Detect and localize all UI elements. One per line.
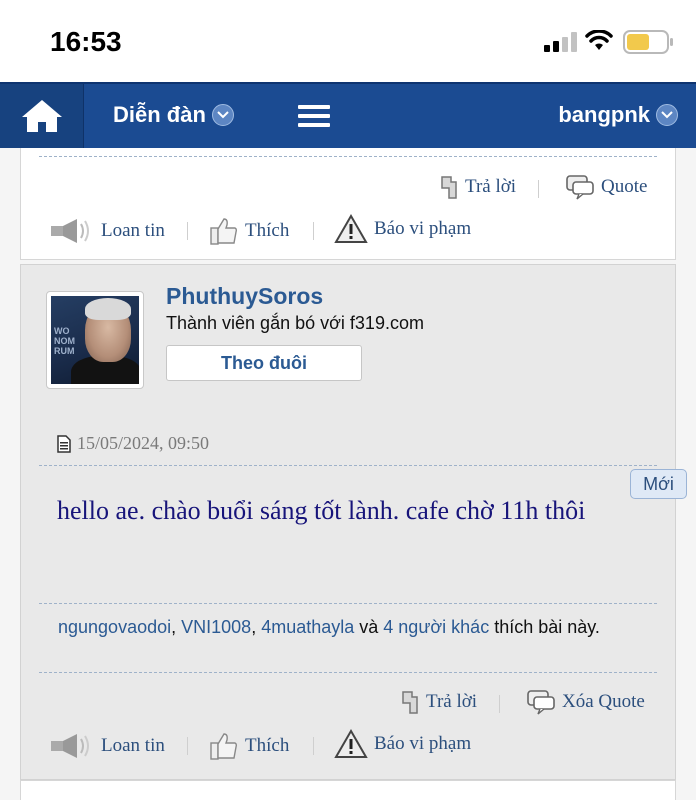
- follow-button[interactable]: Theo đuôi: [166, 345, 362, 381]
- chevron-down-icon: [656, 104, 678, 126]
- document-icon: [57, 434, 71, 453]
- megaphone-icon: [51, 734, 89, 758]
- user-menu-button[interactable]: bangpnk: [558, 102, 678, 128]
- post: WO NOM RUM PhuthuySoros Thành viên gắn bó …: [20, 264, 687, 780]
- like-button[interactable]: Thích: [209, 731, 289, 761]
- status-time: 16:53: [50, 26, 122, 57]
- chevron-down-icon: [211, 104, 234, 126]
- username-label: bangpnk: [558, 102, 650, 127]
- report-button[interactable]: Báo vi phạm: [334, 729, 471, 759]
- likes-summary: ngungovaodoi, VNI1008, 4muathayla và 4 n…: [58, 617, 600, 637]
- liker-link[interactable]: VNI1008: [181, 617, 251, 637]
- avatar-image: WO NOM RUM: [51, 296, 139, 384]
- next-post: [20, 780, 676, 800]
- thumbs-up-icon: [210, 218, 238, 245]
- cellular-signal-icon: [544, 32, 577, 52]
- thumbs-up-icon: [210, 733, 238, 760]
- megaphone-icon: [51, 219, 89, 243]
- liker-link[interactable]: ngungovaodoi: [58, 617, 171, 637]
- quote-icon: [566, 175, 594, 200]
- post-date: 15/05/2024, 09:50: [57, 433, 209, 454]
- forum-menu-button[interactable]: Diễn đàn: [113, 102, 234, 128]
- author-rank: Thành viên gắn bó với f319.com: [166, 313, 424, 333]
- quote-button[interactable]: Xóa Quote: [526, 689, 645, 715]
- quote-button[interactable]: Quote: [565, 174, 647, 200]
- avatar[interactable]: WO NOM RUM: [46, 291, 144, 389]
- top-nav-bar: Diễn đàn bangpnk: [0, 82, 696, 148]
- reply-icon: [441, 176, 457, 199]
- hamburger-menu-icon[interactable]: [298, 105, 330, 129]
- report-button[interactable]: Báo vi phạm: [334, 214, 471, 244]
- home-button[interactable]: [0, 84, 84, 148]
- wifi-icon: [585, 30, 613, 50]
- other-likers-link[interactable]: 4 người khác: [383, 617, 489, 637]
- share-button[interactable]: Loan tin: [49, 731, 165, 761]
- post-date-text: 15/05/2024, 09:50: [77, 433, 210, 453]
- post-message: hello ae. chào buổi sáng tốt lành. cafe …: [57, 496, 586, 525]
- share-button[interactable]: Loan tin: [49, 216, 165, 246]
- status-bar: 16:53: [0, 0, 696, 82]
- warning-icon: [334, 729, 368, 758]
- home-icon: [22, 100, 62, 132]
- reply-icon: [402, 691, 418, 714]
- previous-post-footer: Trả lời Quote Loan tin Thích Báo vi phạm: [20, 148, 676, 260]
- new-badge: Mới: [630, 469, 687, 499]
- liker-link[interactable]: 4muathayla: [261, 617, 354, 637]
- battery-icon: [623, 30, 673, 54]
- thread-content: Trả lời Quote Loan tin Thích Báo vi phạm…: [0, 148, 696, 800]
- post-author[interactable]: PhuthuySoros: [166, 283, 323, 310]
- quote-icon: [527, 690, 555, 715]
- warning-icon: [334, 214, 368, 243]
- forum-menu-label: Diễn đàn: [113, 102, 206, 127]
- like-button[interactable]: Thích: [209, 216, 289, 246]
- reply-button[interactable]: Trả lời: [400, 689, 477, 715]
- reply-button[interactable]: Trả lời: [439, 174, 516, 200]
